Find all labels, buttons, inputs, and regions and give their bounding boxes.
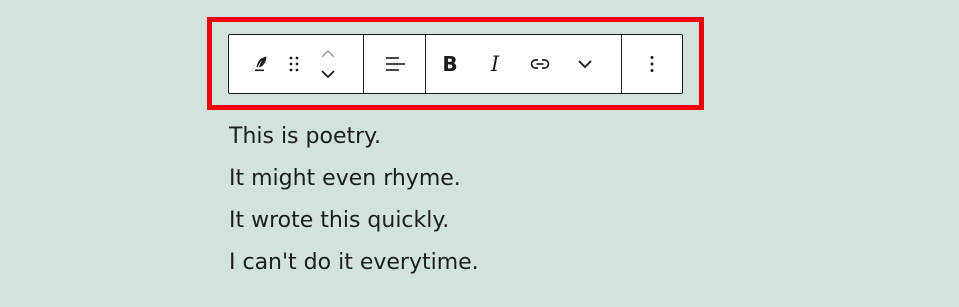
alignment-group: [364, 35, 426, 93]
verse-line: It might even rhyme.: [229, 166, 461, 191]
italic-label: I: [490, 52, 500, 76]
verse-block[interactable]: This is poetry. It might even rhyme. It …: [229, 116, 479, 284]
block-type-button[interactable]: [243, 46, 279, 82]
chevron-up-icon: [319, 48, 337, 60]
verse-line: I can't do it everytime.: [229, 250, 479, 275]
link-button[interactable]: [522, 46, 558, 82]
verse-line: It wrote this quickly.: [229, 208, 450, 233]
options-button[interactable]: [634, 46, 670, 82]
feather-icon: [249, 52, 273, 76]
block-toolbar: B I: [228, 34, 683, 94]
block-controls-group: [229, 35, 364, 93]
drag-handle-icon: [282, 52, 306, 76]
move-up-button[interactable]: [315, 44, 341, 64]
chevron-down-icon: [319, 68, 337, 80]
link-icon: [528, 52, 552, 76]
bold-button[interactable]: B: [432, 46, 468, 82]
options-group: [622, 35, 682, 93]
more-vertical-icon: [640, 52, 664, 76]
formatting-group: B I: [426, 35, 622, 93]
move-down-button[interactable]: [315, 64, 341, 84]
drag-handle-button[interactable]: [279, 46, 309, 82]
align-left-icon: [383, 52, 407, 76]
block-mover: [315, 42, 341, 86]
chevron-down-icon: [576, 58, 594, 70]
bold-label: B: [442, 52, 458, 76]
italic-button[interactable]: I: [477, 46, 513, 82]
more-formatting-button[interactable]: [567, 46, 603, 82]
verse-line: This is poetry.: [229, 124, 382, 149]
align-button[interactable]: [377, 46, 413, 82]
